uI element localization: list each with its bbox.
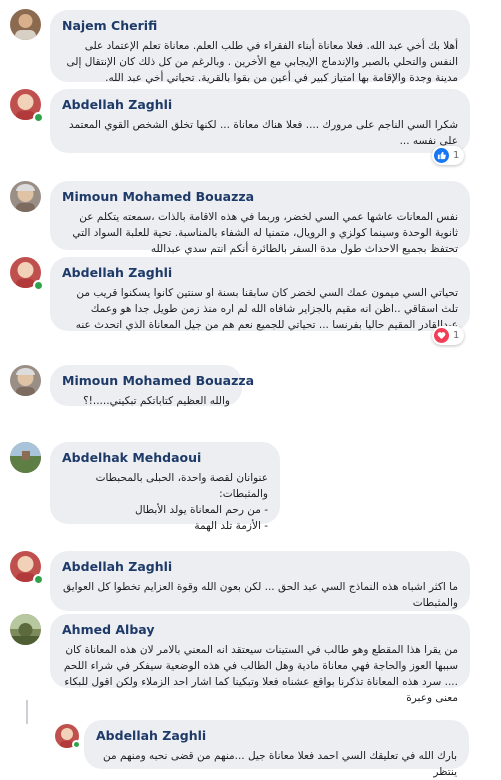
comment-bubble: Najem Cherifi أهلا بك أخي عبد الله. فعلا… [50, 10, 470, 84]
comment-bubble: Abdellah Zaghli ما اكثر اشباه هذه النماذ… [50, 551, 470, 611]
reaction-summary[interactable]: 1 [432, 326, 465, 345]
comment-bubble: Abdellah Zaghli شكرا السي الناجم على مرو… [50, 89, 470, 153]
online-status-indicator [33, 112, 44, 123]
comment-author[interactable]: Abdellah Zaghli [62, 97, 458, 112]
comment-text: من يقرا هذا المقطع وهو طالب في الستينات … [63, 644, 458, 704]
comment-author[interactable]: Abdellah Zaghli [96, 728, 457, 743]
comment-bubble: Mimoun Mohamed Bouazza نفس المعانات عاشه… [50, 181, 470, 255]
reaction-summary[interactable]: 1 [432, 146, 465, 165]
comment-text: والله العظيم كتاباتكم تبكيني.....!؟ [83, 395, 230, 407]
comment-text: بارك الله في تعليقك السي احمد فعلا معانا… [103, 750, 457, 778]
comment-text: تحياتي السي ميمون عمك السي لخضر كان سابق… [75, 287, 458, 331]
comment-text: عنوانان لقصة واحدة، الحبلى بالمحبطات وال… [95, 472, 268, 532]
comment-bubble: Abdelhak Mehdaoui عنوانان لقصة واحدة، ال… [50, 442, 280, 532]
profile-photo-icon [16, 184, 35, 212]
profile-photo-icon [16, 368, 35, 396]
comment-author[interactable]: Mimoun Mohamed Bouazza [62, 189, 458, 204]
comment-text: ما اكثر اشباه هذه النماذج السي عبد الحق … [62, 581, 458, 609]
reply-thread-line [26, 700, 28, 724]
comment-bubble: Ahmed Albay من يقرا هذا المقطع وهو طالب … [50, 614, 470, 704]
profile-photo-icon [10, 614, 41, 645]
avatar[interactable] [10, 9, 41, 40]
love-reaction-icon [434, 328, 449, 343]
avatar[interactable] [10, 442, 41, 473]
comment-author[interactable]: Abdellah Zaghli [62, 559, 458, 574]
online-status-indicator [72, 740, 81, 749]
comment-author[interactable]: Najem Cherifi [62, 18, 458, 33]
online-status-indicator [33, 574, 44, 585]
comment-bubble: Abdellah Zaghli تحياتي السي ميمون عمك ال… [50, 257, 470, 331]
comment-text: أهلا بك أخي عبد الله. فعلا معاناة أبناء … [66, 40, 458, 84]
comment-author[interactable]: Abdellah Zaghli [62, 265, 458, 280]
comment-author[interactable]: Mimoun Mohamed Bouazza [62, 373, 254, 388]
reaction-count: 1 [453, 330, 460, 341]
like-reaction-icon [434, 148, 449, 163]
comment-author[interactable]: Ahmed Albay [62, 622, 458, 637]
profile-photo-icon [15, 14, 36, 40]
comment-author[interactable]: Abdelhak Mehdaoui [62, 450, 268, 465]
comment-text: نفس المعانات عاشها عمي السي لخضر، وربما … [72, 211, 458, 255]
comment-text: شكرا السي الناجم على مرورك .... فعلا هنا… [68, 119, 458, 147]
comment-bubble: Mimoun Mohamed Bouazza والله العظيم كتاب… [50, 365, 254, 407]
online-status-indicator [33, 280, 44, 291]
comment-bubble: Abdellah Zaghli بارك الله في تعليقك السي… [84, 720, 469, 778]
profile-photo-icon [10, 442, 41, 473]
avatar[interactable] [10, 365, 41, 396]
reaction-count: 1 [453, 150, 460, 161]
avatar[interactable] [10, 181, 41, 212]
avatar[interactable] [10, 614, 41, 645]
